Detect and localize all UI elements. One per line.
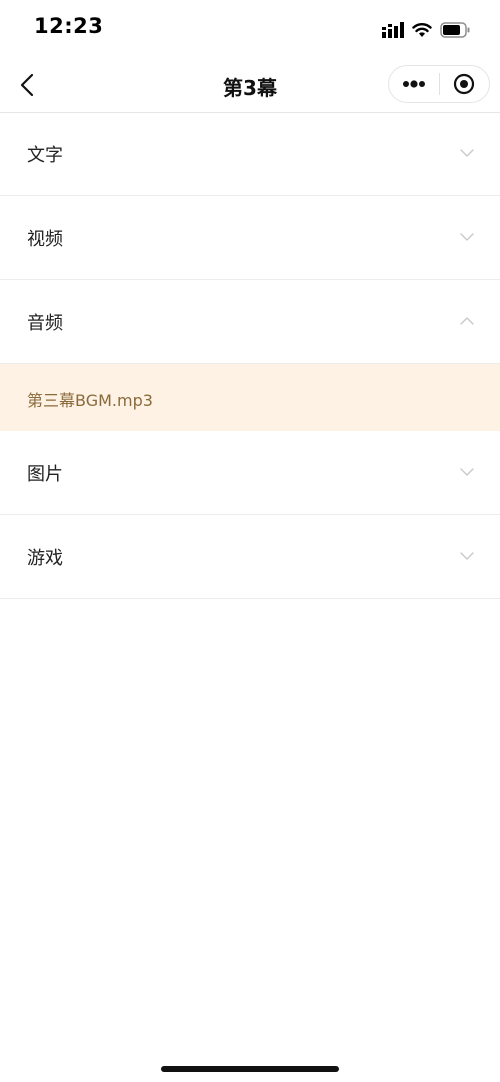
category-list: 文字 视频 音频 第三幕BGM.mp3 图片 游戏 — [0, 112, 500, 599]
section-label: 文字 — [27, 145, 63, 166]
chevron-down-icon — [460, 552, 474, 560]
navigation-bar: 第3幕 — [0, 58, 500, 113]
status-icons — [382, 18, 470, 42]
more-button[interactable] — [389, 66, 439, 102]
cellular-signal-icon — [382, 22, 404, 38]
chevron-down-icon — [460, 149, 474, 157]
section-label: 图片 — [27, 464, 63, 485]
status-bar: 12:23 — [0, 0, 500, 58]
section-header-image[interactable]: 图片 — [0, 431, 500, 515]
section-header-audio[interactable]: 音频 — [0, 280, 500, 364]
status-time: 12:23 — [34, 14, 104, 38]
battery-icon — [440, 22, 470, 38]
section-header-game[interactable]: 游戏 — [0, 515, 500, 599]
chevron-up-icon — [460, 317, 474, 325]
wifi-icon — [412, 23, 432, 37]
audio-file-item[interactable]: 第三幕BGM.mp3 — [0, 364, 500, 431]
mini-program-capsule — [388, 65, 490, 103]
chevron-down-icon — [460, 468, 474, 476]
section-label: 音频 — [27, 313, 63, 334]
section-header-video[interactable]: 视频 — [0, 196, 500, 280]
section-label: 视频 — [27, 229, 63, 250]
more-dots-icon — [402, 80, 425, 88]
audio-file-name: 第三幕BGM.mp3 — [27, 391, 153, 410]
section-header-text[interactable]: 文字 — [0, 112, 500, 196]
section-label: 游戏 — [27, 548, 63, 569]
target-circle-icon — [454, 73, 475, 95]
close-mini-program-button[interactable] — [439, 66, 489, 102]
chevron-down-icon — [460, 233, 474, 241]
home-indicator[interactable] — [161, 1066, 339, 1072]
